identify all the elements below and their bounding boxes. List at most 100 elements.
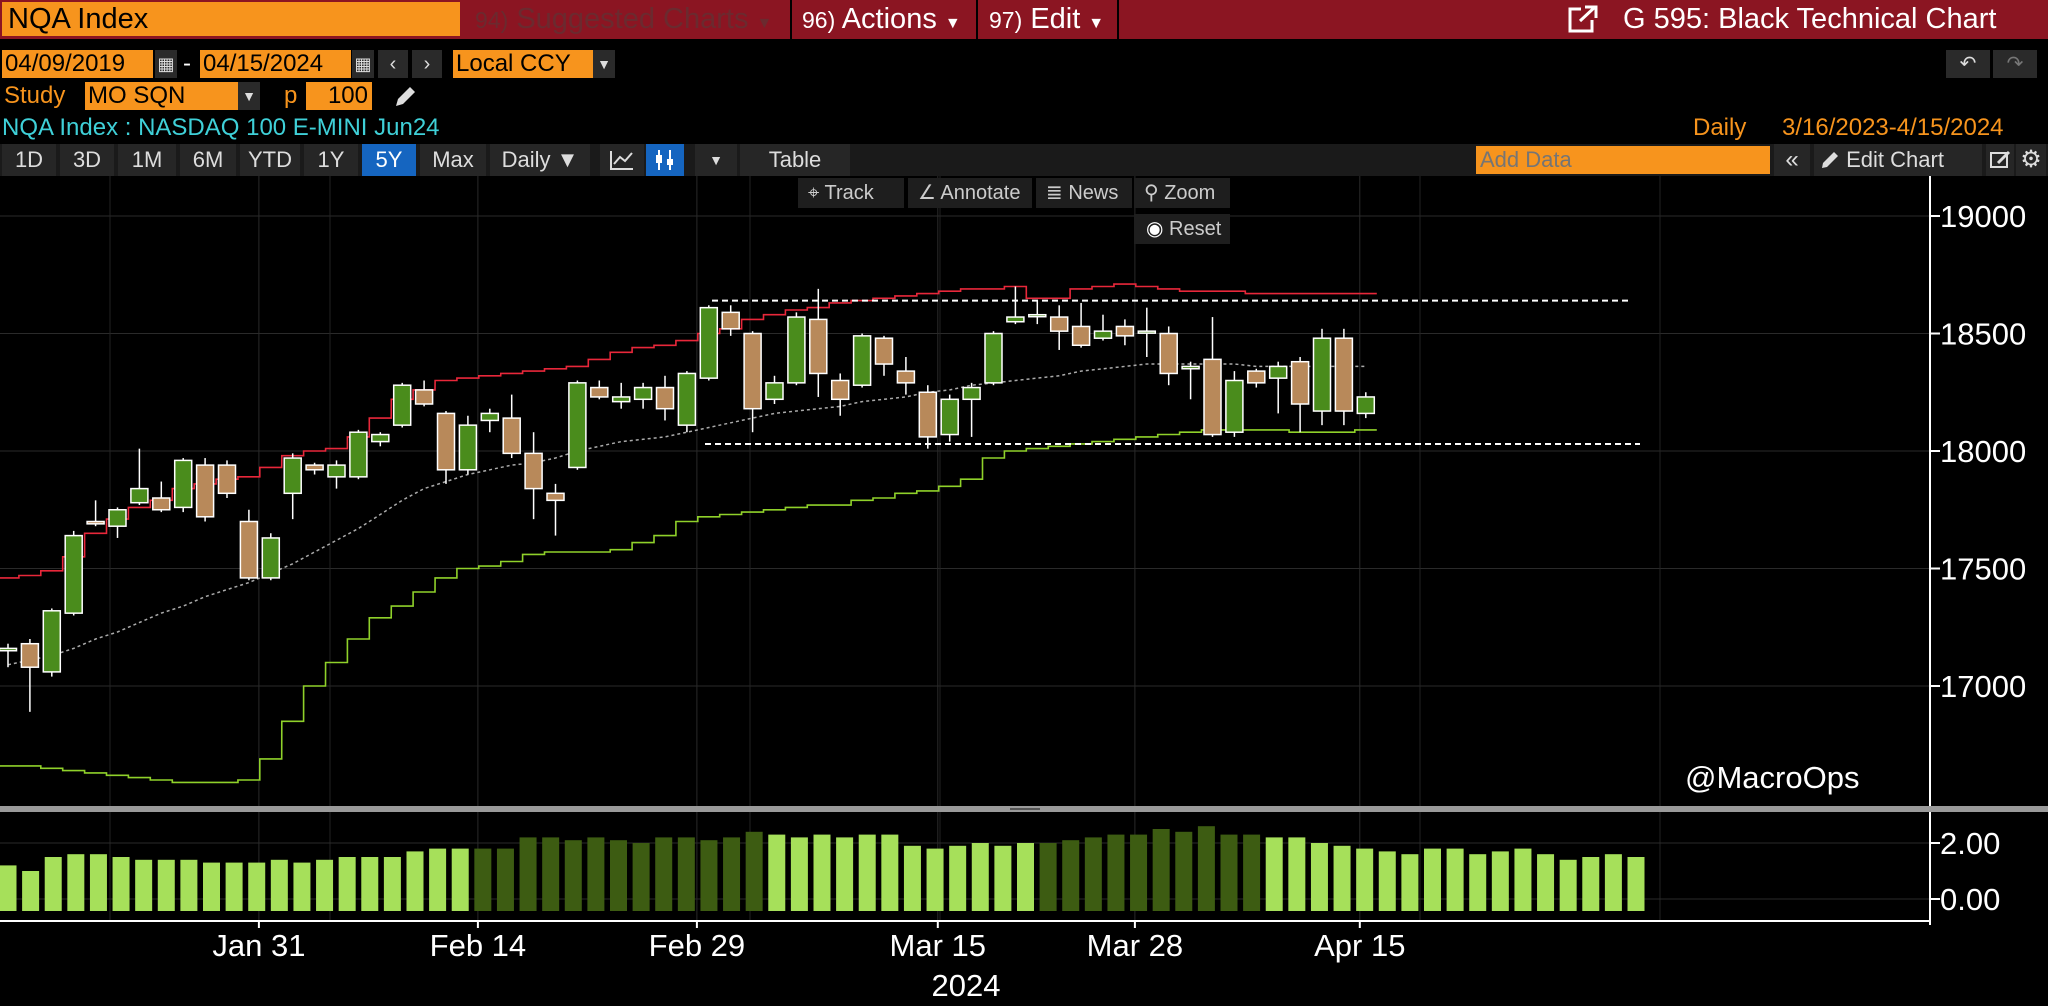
candle-body[interactable] [787, 316, 806, 384]
suggested-charts-menu[interactable]: 94) Suggested Charts ▼ [475, 0, 772, 39]
candle-body[interactable] [1203, 358, 1222, 436]
currency-select[interactable]: Local CCY [453, 50, 593, 78]
candle-body[interactable] [108, 509, 127, 527]
candle-body[interactable] [568, 382, 587, 469]
candle-body[interactable] [611, 396, 631, 403]
undo-button[interactable]: ↶ [1946, 50, 1990, 78]
annotate-button[interactable]: ∠ Annotate [908, 178, 1032, 208]
candle-body[interactable] [830, 379, 850, 401]
candle-body[interactable] [546, 492, 565, 502]
prev-period-button[interactable]: ‹ [378, 50, 408, 78]
candle-body[interactable] [918, 391, 938, 438]
candle-body[interactable] [809, 318, 828, 375]
candle-body[interactable] [1290, 360, 1310, 405]
calendar-icon[interactable]: ▦ [155, 50, 177, 78]
candle-body[interactable] [349, 431, 368, 478]
candle-body[interactable] [1334, 337, 1354, 412]
chart-type-dropdown[interactable]: ▼ [695, 144, 737, 176]
ticker-field[interactable]: NQA Index [2, 2, 460, 36]
period-5y[interactable]: 5Y [362, 144, 416, 176]
candle-body[interactable] [1006, 316, 1025, 323]
period-3d[interactable]: 3D [60, 144, 114, 176]
candle-body[interactable] [217, 464, 237, 495]
candle-body[interactable] [261, 537, 281, 579]
candle-body[interactable] [1093, 330, 1113, 339]
end-date-field[interactable]: 04/15/2024 [200, 50, 351, 78]
candle-body[interactable] [1115, 325, 1135, 337]
candle-body[interactable] [195, 464, 215, 518]
candle-chart-button[interactable] [646, 144, 684, 176]
candle-body[interactable] [327, 464, 346, 478]
candle-body[interactable] [633, 386, 653, 401]
price-chart[interactable]: 17000 17500 18000 18500 19000 Jan 31 Feb 14 Feb… [0, 176, 2048, 1006]
line-chart-button[interactable] [600, 144, 644, 176]
candle-body[interactable] [524, 452, 543, 490]
candle-body[interactable] [1225, 379, 1244, 433]
news-button[interactable]: ≣ News [1036, 178, 1132, 208]
candle-body[interactable] [86, 520, 105, 525]
reset-button[interactable]: ◉ Reset [1134, 214, 1230, 244]
frequency-select[interactable]: Daily ▼ [490, 144, 590, 176]
study-select[interactable]: MO SQN [85, 82, 238, 110]
candle-body[interactable] [743, 332, 762, 410]
candle-body[interactable] [1356, 396, 1376, 415]
candle-body[interactable] [458, 424, 478, 471]
zoom-button[interactable]: ⚲ Zoom [1134, 178, 1230, 208]
candle-body[interactable] [852, 335, 872, 386]
chevron-down-icon[interactable]: ▼ [238, 82, 260, 110]
pencil-icon[interactable] [392, 84, 418, 110]
candle-body[interactable] [436, 412, 456, 471]
period-1y[interactable]: 1Y [304, 144, 358, 176]
chevron-down-icon[interactable]: ▼ [593, 50, 615, 78]
candle-body[interactable] [0, 647, 18, 652]
p-value-field[interactable]: 100 [306, 82, 372, 110]
candle-body[interactable] [1071, 325, 1091, 347]
period-ytd[interactable]: YTD [240, 144, 300, 176]
start-date-field[interactable]: 04/09/2019 [2, 50, 153, 78]
candle-body[interactable] [677, 372, 697, 426]
candle-body[interactable] [1181, 365, 1200, 370]
candle-body[interactable] [283, 457, 302, 495]
candle-body[interactable] [239, 520, 259, 579]
edit-menu[interactable]: 97) Edit ▼ [989, 0, 1104, 39]
candle-body[interactable] [64, 534, 83, 614]
candle-body[interactable] [502, 417, 521, 455]
candle-body[interactable] [414, 389, 434, 405]
period-max[interactable]: Max [420, 144, 486, 176]
candle-body[interactable] [1049, 316, 1069, 332]
popout-icon[interactable] [1568, 5, 1598, 33]
candle-body[interactable] [305, 464, 324, 471]
next-period-button[interactable]: › [412, 50, 442, 78]
candle-body[interactable] [984, 332, 1003, 384]
candle-body[interactable] [42, 610, 62, 673]
settings-button[interactable]: ⚙ [2016, 144, 2046, 176]
track-button[interactable]: ⌖ Track [798, 178, 904, 208]
period-1d[interactable]: 1D [2, 144, 56, 176]
candle-body[interactable] [699, 306, 719, 379]
candle-body[interactable] [590, 386, 609, 398]
candle-body[interactable] [962, 386, 981, 401]
candle-body[interactable] [480, 412, 500, 422]
candle-body[interactable] [1268, 365, 1288, 379]
candle-body[interactable] [130, 487, 149, 504]
candle-body[interactable] [1159, 332, 1178, 375]
edit-layout-button[interactable] [1986, 144, 2014, 176]
candle-body[interactable] [392, 384, 412, 426]
actions-menu[interactable]: 96) Actions ▼ [802, 0, 961, 39]
edit-chart-button[interactable]: Edit Chart [1814, 144, 1982, 176]
candle-body[interactable] [20, 642, 40, 668]
candle-body[interactable] [1247, 370, 1266, 384]
candle-body[interactable] [655, 386, 675, 410]
candle-body[interactable] [371, 433, 390, 443]
candle-body[interactable] [896, 370, 916, 384]
candle-body[interactable] [721, 311, 740, 330]
candle-body[interactable] [940, 398, 959, 436]
calendar-icon[interactable]: ▦ [352, 50, 374, 78]
collapse-button[interactable]: « [1774, 144, 1810, 176]
add-data-input[interactable] [1476, 146, 1770, 174]
candle-body[interactable] [1312, 337, 1332, 412]
period-6m[interactable]: 6M [180, 144, 236, 176]
redo-button[interactable]: ↷ [1993, 50, 2037, 78]
candle-body[interactable] [152, 497, 171, 511]
candle-body[interactable] [1028, 313, 1047, 318]
